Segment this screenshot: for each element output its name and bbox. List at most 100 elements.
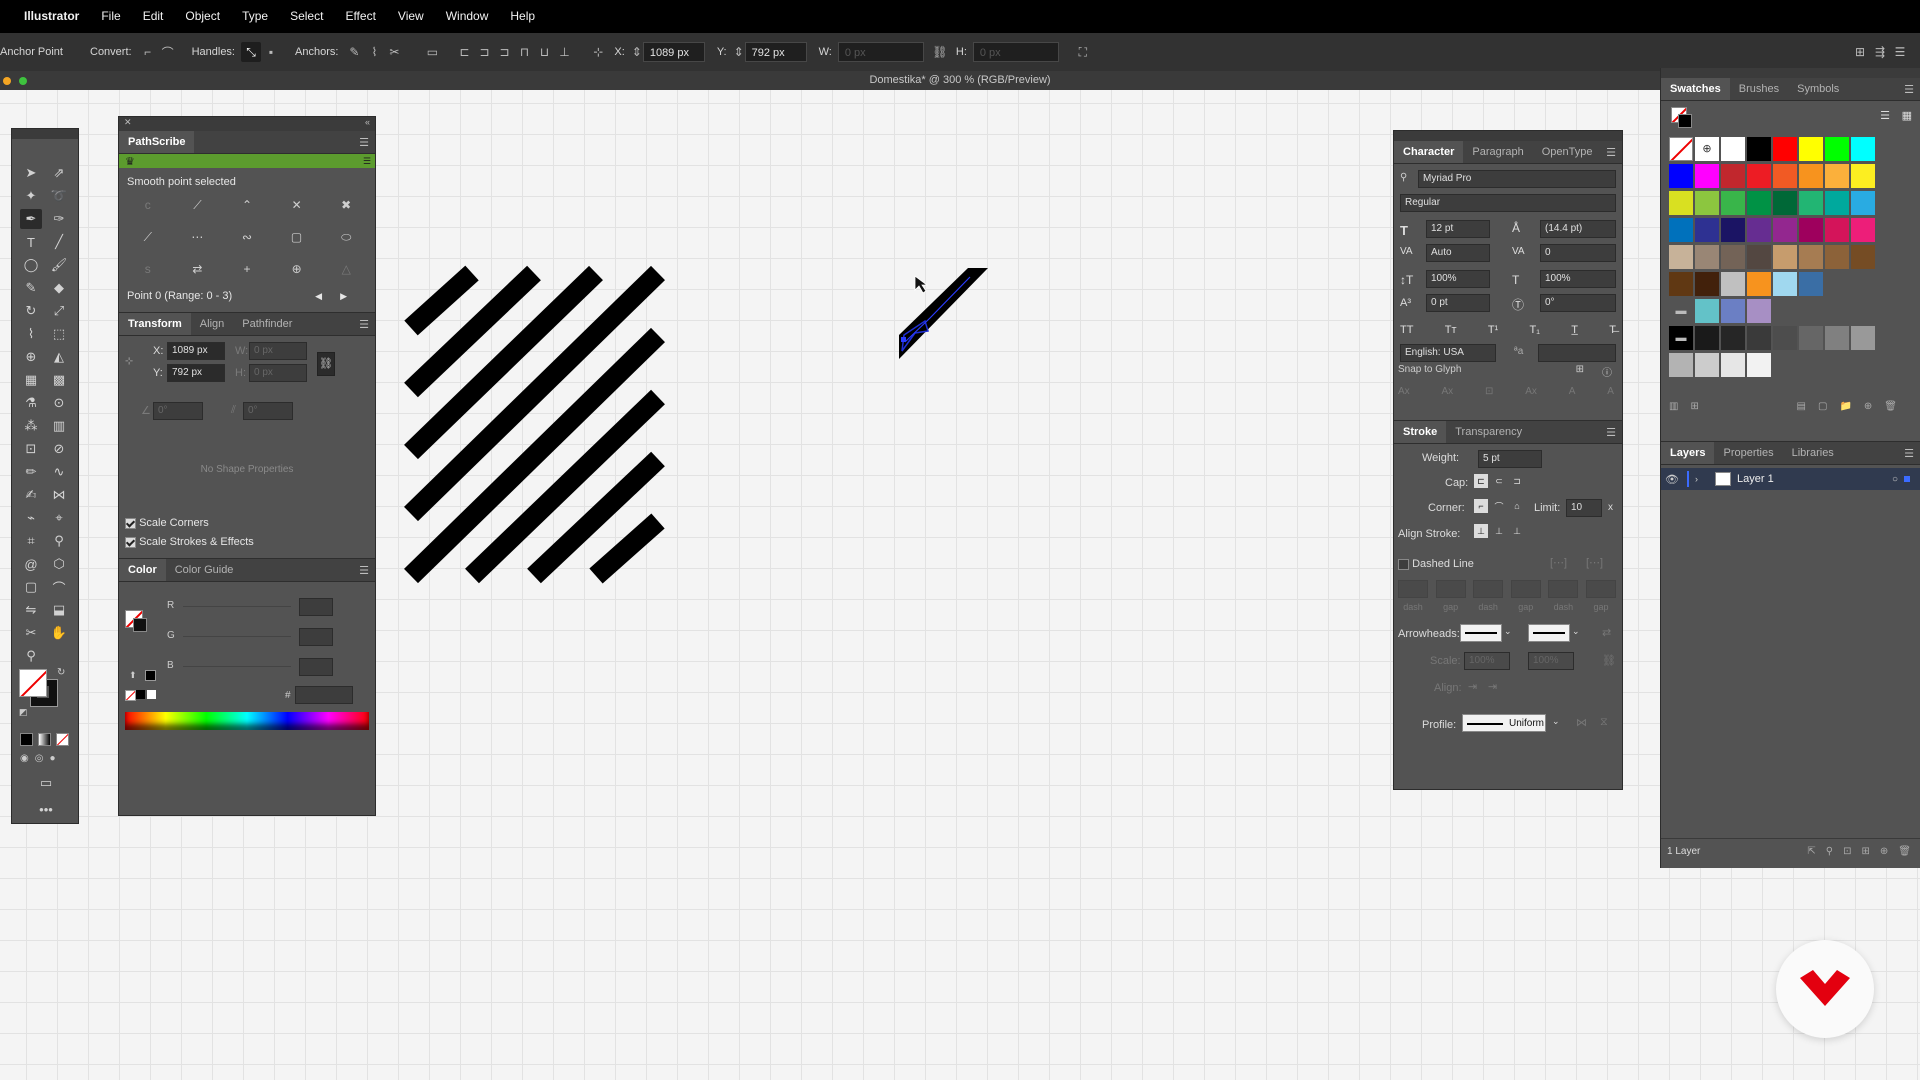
stripe-4[interactable] <box>404 265 665 522</box>
h-field[interactable]: 0 px <box>972 42 1059 62</box>
swatch[interactable] <box>1695 218 1719 242</box>
align-vcenter-icon[interactable]: ⊔ <box>534 42 554 62</box>
leading-field[interactable]: (14.4 pt) <box>1540 220 1616 238</box>
swatch[interactable] <box>1851 326 1875 350</box>
next-point-icon[interactable]: ▶ <box>340 291 347 302</box>
baseline-shift-field[interactable]: 0 pt <box>1426 294 1490 312</box>
t-x-field[interactable]: 1089 px <box>167 342 225 360</box>
character-menu-icon[interactable]: ☰ <box>1606 146 1616 159</box>
prev-point-icon[interactable]: ◀ <box>315 291 322 302</box>
dashed-line-checkbox[interactable] <box>1398 558 1409 570</box>
ps-triangle-icon[interactable]: △ <box>337 260 355 278</box>
tab-transparency[interactable]: Transparency <box>1446 421 1531 443</box>
swatch[interactable] <box>1747 245 1771 269</box>
polygon-tool-icon[interactable]: ⬡ <box>48 554 70 574</box>
swatch[interactable] <box>1669 218 1693 242</box>
ps-handle-a-icon[interactable]: ⟋ <box>139 228 157 246</box>
g-field[interactable] <box>299 628 333 646</box>
weight-field[interactable]: 5 pt <box>1478 450 1542 468</box>
snap-options-icon[interactable]: ⊞ <box>1576 364 1584 375</box>
scale-tool-icon[interactable]: ⤢ <box>48 301 70 321</box>
swatch[interactable] <box>1747 218 1771 242</box>
reshape-tool-icon[interactable]: ⬓ <box>48 600 70 620</box>
connect-anchor-icon[interactable]: ⌇ <box>364 42 384 62</box>
ps-corner-icon[interactable]: c <box>139 196 157 214</box>
swatch[interactable] <box>1721 299 1745 323</box>
tab-layers[interactable]: Layers <box>1661 442 1715 464</box>
color-stroke-swatch[interactable] <box>133 618 147 632</box>
symbol-sprayer-tool-icon[interactable]: ⁂ <box>20 416 42 436</box>
ps-round-icon[interactable]: ▢ <box>288 228 306 246</box>
miter-join-icon[interactable]: ⌐ <box>1474 499 1488 513</box>
control-options-icon[interactable]: ⇶ <box>1870 42 1890 62</box>
anchor-tool-icon[interactable]: ⌖ <box>48 508 70 528</box>
swatch[interactable] <box>1825 137 1849 161</box>
delete-swatch-icon[interactable]: 🗑 <box>1884 401 1897 412</box>
smooth-tool-icon[interactable]: ∿ <box>48 462 70 482</box>
swatch[interactable] <box>1669 164 1693 188</box>
layer-row[interactable]: 👁 › Layer 1 ○ <box>1661 468 1920 490</box>
all-caps-icon[interactable]: TT <box>1400 324 1413 336</box>
draw-inside-icon[interactable]: ● <box>49 753 55 764</box>
show-handles-icon[interactable]: ⤡ <box>241 42 261 62</box>
swatch[interactable] <box>1721 353 1745 377</box>
shear-field[interactable]: 0° <box>243 402 293 420</box>
transform-menu-icon[interactable]: ☰ <box>359 318 369 331</box>
list-view-icon[interactable]: ☰ <box>1880 109 1890 122</box>
color-group-icon[interactable]: ▢ <box>1818 401 1827 412</box>
menu-type[interactable]: Type <box>231 0 279 33</box>
bevel-join-icon[interactable]: ⌂ <box>1510 499 1524 513</box>
tab-properties[interactable]: Properties <box>1714 442 1782 464</box>
swatch[interactable] <box>1799 218 1823 242</box>
language-field[interactable]: English: USA <box>1400 344 1496 362</box>
hide-handles-icon[interactable]: ▪ <box>261 42 281 62</box>
slice-tool-icon[interactable]: ⊘ <box>48 439 70 459</box>
layer-name[interactable]: Layer 1 <box>1737 473 1774 485</box>
projecting-cap-icon[interactable]: ⊐ <box>1510 474 1524 488</box>
close-icon[interactable]: ✕ <box>124 117 132 128</box>
banner-menu-icon[interactable]: ☰ <box>363 156 371 167</box>
horizontal-scale-field[interactable]: 100% <box>1540 270 1616 288</box>
x-field[interactable]: 1089 px <box>642 42 705 62</box>
swatch[interactable] <box>1825 164 1849 188</box>
visibility-eye-icon[interactable]: 👁 <box>1661 473 1683 486</box>
swatch[interactable] <box>1851 218 1875 242</box>
collapse-icon[interactable]: « <box>365 117 370 127</box>
rotate-tool-icon[interactable]: ↻ <box>20 301 42 321</box>
font-search-icon[interactable]: ⚲ <box>1400 172 1407 183</box>
edit-toolbar-icon[interactable]: ••• <box>35 799 57 819</box>
swatch[interactable] <box>1773 191 1797 215</box>
anchor-point[interactable] <box>901 337 906 342</box>
swatch-options-icon[interactable]: ▤ <box>1797 401 1806 412</box>
tools-header[interactable] <box>12 129 78 139</box>
export-icon[interactable]: ⇱ <box>1807 846 1825 857</box>
menu-edit[interactable]: Edit <box>132 0 175 33</box>
snap-anchor-icon[interactable]: A <box>1607 386 1614 397</box>
new-color-group-icon[interactable]: 📁 <box>1839 401 1851 412</box>
layers-menu-icon[interactable]: ☰ <box>1904 447 1914 460</box>
pencil-tool-icon[interactable]: ✏ <box>20 462 42 482</box>
swatch-library-icon[interactable]: ▥ <box>1669 401 1678 412</box>
free-transform-tool-icon[interactable]: ⬚ <box>48 324 70 344</box>
arrowhead-end-chevron-icon[interactable]: ⌄ <box>1572 626 1580 637</box>
menu-file[interactable]: File <box>90 0 131 33</box>
swatch[interactable] <box>1721 164 1745 188</box>
rounded-rect-tool-icon[interactable]: ▢ <box>20 577 42 597</box>
line-tool-icon[interactable]: ╱ <box>48 232 70 252</box>
dash-2-field[interactable] <box>1473 580 1504 598</box>
none-color-icon[interactable] <box>125 690 136 701</box>
warp-tool-icon[interactable]: ⌇ <box>20 324 42 344</box>
link-scale-icon[interactable]: ⛓ <box>1602 654 1616 667</box>
mesh-tool-icon[interactable]: ▩ <box>48 370 70 390</box>
swatch[interactable] <box>1747 353 1771 377</box>
ps-reverse-icon[interactable]: ⇄ <box>188 260 206 278</box>
live-paint-tool-icon[interactable]: ◭ <box>48 347 70 367</box>
swatch[interactable] <box>1695 191 1719 215</box>
type-tool-icon[interactable]: T <box>20 232 42 252</box>
flip-along-icon[interactable]: ⋈ <box>1576 716 1587 729</box>
y-stepper-icon[interactable]: ⇕ <box>733 42 745 62</box>
swatch[interactable] <box>1773 218 1797 242</box>
dashed-line-row[interactable]: Dashed Line <box>1398 558 1474 570</box>
scale-end-field[interactable]: 100% <box>1528 652 1574 670</box>
draw-normal-icon[interactable]: ◉ <box>20 753 29 764</box>
